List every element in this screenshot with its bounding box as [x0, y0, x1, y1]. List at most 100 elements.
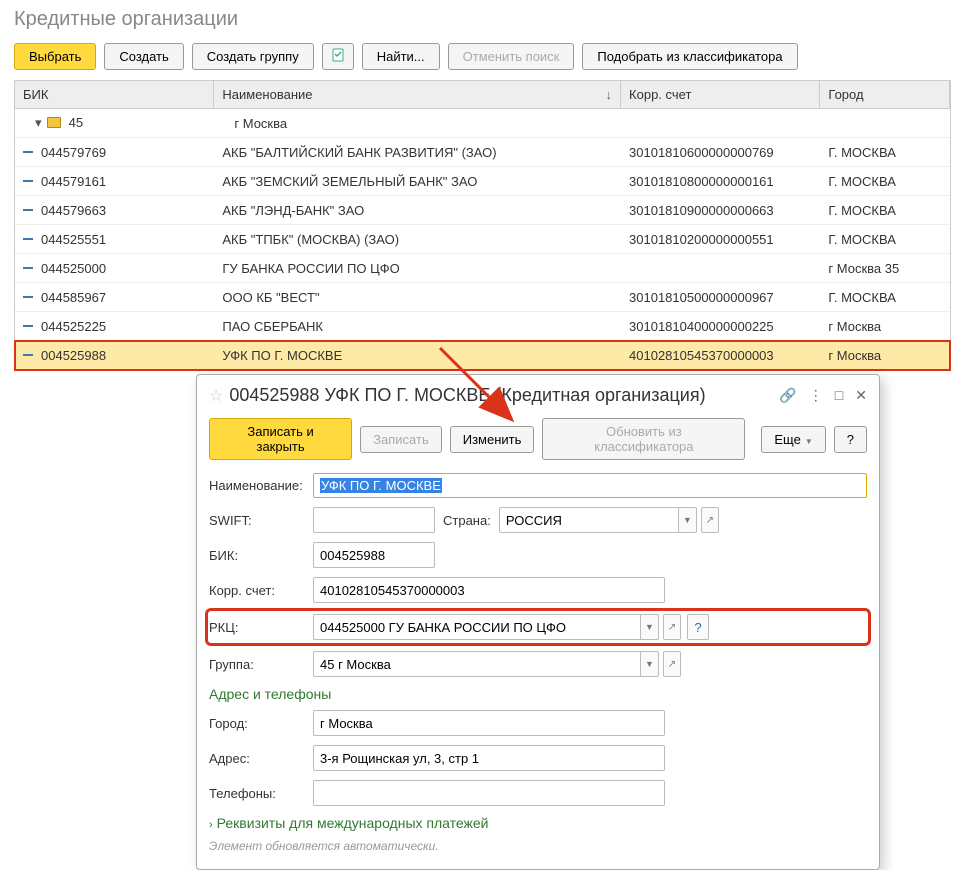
table-header: БИК Наименование ↓ Корр. счет Город: [15, 81, 950, 109]
column-korr[interactable]: Корр. счет: [621, 81, 820, 108]
city-input[interactable]: [313, 710, 665, 736]
rkc-row-highlighted: РКЦ: ▼ ↗ ?: [209, 612, 867, 642]
rkc-input[interactable]: [313, 614, 641, 640]
table-row[interactable]: 004525988 УФК ПО Г. МОСКВЕ401028105453700…: [15, 341, 950, 370]
label-korr: Корр. счет:: [209, 583, 313, 598]
row-name: АКБ "ЗЕМСКИЙ ЗЕМЕЛЬНЫЙ БАНК" ЗАО: [214, 170, 621, 193]
name-input[interactable]: УФК ПО Г. МОСКВЕ: [315, 475, 865, 496]
column-city[interactable]: Город: [820, 81, 950, 108]
item-mark-icon: [23, 238, 33, 240]
section-address-title: Адрес и телефоны: [209, 686, 867, 702]
rkc-dropdown-icon[interactable]: ▼: [641, 614, 659, 640]
table-row[interactable]: 044579161АКБ "ЗЕМСКИЙ ЗЕМЕЛЬНЫЙ БАНК" ЗА…: [15, 167, 950, 196]
row-bik: 044525225: [41, 319, 106, 334]
modal-title: 004525988 УФК ПО Г. МОСКВЕ (Кредитная ор…: [229, 385, 779, 406]
table-row[interactable]: 044585967ООО КБ "ВЕСТ"301018105000000009…: [15, 283, 950, 312]
help-button[interactable]: ?: [834, 426, 867, 453]
swift-input[interactable]: [313, 507, 435, 533]
pick-from-classifier-button[interactable]: Подобрать из классификатора: [582, 43, 797, 70]
label-addr: Адрес:: [209, 751, 313, 766]
more-label: Еще: [774, 432, 800, 447]
expander-label: Реквизиты для международных платежей: [217, 815, 489, 831]
row-korr: 30101810400000000225: [621, 315, 820, 338]
korr-input[interactable]: [313, 577, 665, 603]
table-row[interactable]: 044525225 ПАО СБЕРБАНК3010181040000000022…: [15, 312, 950, 341]
row-city: г Москва: [820, 315, 950, 338]
row-korr: 30101810500000000967: [621, 286, 820, 309]
sort-desc-icon: ↓: [606, 87, 613, 102]
row-city: Г. МОСКВА: [820, 286, 950, 309]
row-korr: 30101810200000000551: [621, 228, 820, 251]
row-city: Г. МОСКВА: [820, 141, 950, 164]
favorite-star-icon[interactable]: ☆: [209, 386, 223, 406]
refresh-icon: [331, 48, 345, 62]
rkc-open-icon[interactable]: ↗: [663, 614, 681, 640]
row-name: УФК ПО Г. МОСКВЕ: [214, 344, 621, 367]
country-input[interactable]: [499, 507, 679, 533]
create-button[interactable]: Создать: [104, 43, 183, 70]
more-button[interactable]: Еще ▼: [761, 426, 825, 453]
row-korr: 40102810545370000003: [621, 344, 820, 367]
group-row[interactable]: ▾ 45 г Москва: [15, 109, 950, 138]
table-row[interactable]: 044525000ГУ БАНКА РОССИИ ПО ЦФОг Москва …: [15, 254, 950, 283]
tel-input[interactable]: [313, 780, 665, 806]
save-and-close-button[interactable]: Записать и закрыть: [209, 418, 352, 460]
row-name: ООО КБ "ВЕСТ": [214, 286, 621, 309]
column-bik[interactable]: БИК: [15, 81, 214, 108]
label-bik: БИК:: [209, 548, 313, 563]
main-toolbar: Выбрать Создать Создать группу Найти... …: [0, 39, 965, 80]
row-name: АКБ "ЛЭНД-БАНК" ЗАО: [214, 199, 621, 222]
row-city: Г. МОСКВА: [820, 170, 950, 193]
item-mark-icon: [23, 151, 33, 153]
column-name-label: Наименование: [222, 87, 312, 102]
group-dropdown-icon[interactable]: ▼: [641, 651, 659, 677]
table-row[interactable]: 044525551АКБ "ТПБК" (МОСКВА) (ЗАО)301018…: [15, 225, 950, 254]
row-name: ПАО СБЕРБАНК: [214, 315, 621, 338]
cancel-search-button: Отменить поиск: [448, 43, 575, 70]
row-bik: 044579769: [41, 145, 106, 160]
label-swift: SWIFT:: [209, 513, 313, 528]
row-bik: 004525988: [41, 348, 106, 363]
row-bik: 044525000: [41, 261, 106, 276]
row-name: ГУ БАНКА РОССИИ ПО ЦФО: [214, 257, 621, 280]
bank-form: Наименование: УФК ПО Г. МОСКВЕ SWIFT: Ст…: [197, 472, 879, 869]
group-name: г Москва: [214, 112, 621, 135]
create-group-button[interactable]: Создать группу: [192, 43, 314, 70]
item-mark-icon: [23, 354, 33, 356]
addr-input[interactable]: [313, 745, 665, 771]
group-input[interactable]: [313, 651, 641, 677]
table-row[interactable]: 044579663АКБ "ЛЭНД-БАНК" ЗАО301018109000…: [15, 196, 950, 225]
group-code: 45: [69, 115, 83, 130]
chevron-down-icon: ▼: [805, 437, 813, 446]
row-bik: 044525551: [41, 232, 106, 247]
label-country: Страна:: [443, 513, 491, 528]
row-name: АКБ "БАЛТИЙСКИЙ БАНК РАЗВИТИЯ" (ЗАО): [214, 141, 621, 164]
find-button[interactable]: Найти...: [362, 43, 440, 70]
close-icon[interactable]: ✕: [855, 387, 867, 404]
country-dropdown-icon[interactable]: ▼: [679, 507, 697, 533]
row-korr: 30101810900000000663: [621, 199, 820, 222]
column-name[interactable]: Наименование ↓: [214, 81, 621, 108]
edit-button[interactable]: Изменить: [450, 426, 535, 453]
intl-payments-expander[interactable]: ›Реквизиты для международных платежей: [209, 815, 867, 831]
link-icon[interactable]: 🔗: [779, 387, 796, 404]
refresh-icon-button[interactable]: [322, 43, 354, 70]
row-korr: 30101810800000000161: [621, 170, 820, 193]
table-row[interactable]: 044579769 АКБ "БАЛТИЙСКИЙ БАНК РАЗВИТИЯ" …: [15, 138, 950, 167]
kebab-icon[interactable]: ⋮: [809, 387, 823, 404]
item-mark-icon: [23, 209, 33, 211]
row-city: Г. МОСКВА: [820, 228, 950, 251]
country-open-icon[interactable]: ↗: [701, 507, 719, 533]
select-button[interactable]: Выбрать: [14, 43, 96, 70]
item-mark-icon: [23, 267, 33, 269]
refresh-from-classifier-button: Обновить из классификатора: [542, 418, 745, 460]
rkc-help-button[interactable]: ?: [687, 614, 709, 640]
maximize-icon[interactable]: □: [835, 387, 843, 404]
label-group: Группа:: [209, 657, 313, 672]
group-open-icon[interactable]: ↗: [663, 651, 681, 677]
banks-table: БИК Наименование ↓ Корр. счет Город ▾ 45 …: [14, 80, 951, 371]
folder-icon: [47, 117, 61, 128]
item-mark-icon: [23, 296, 33, 298]
tree-collapse-icon[interactable]: ▾: [35, 115, 45, 131]
bik-input[interactable]: [313, 542, 435, 568]
